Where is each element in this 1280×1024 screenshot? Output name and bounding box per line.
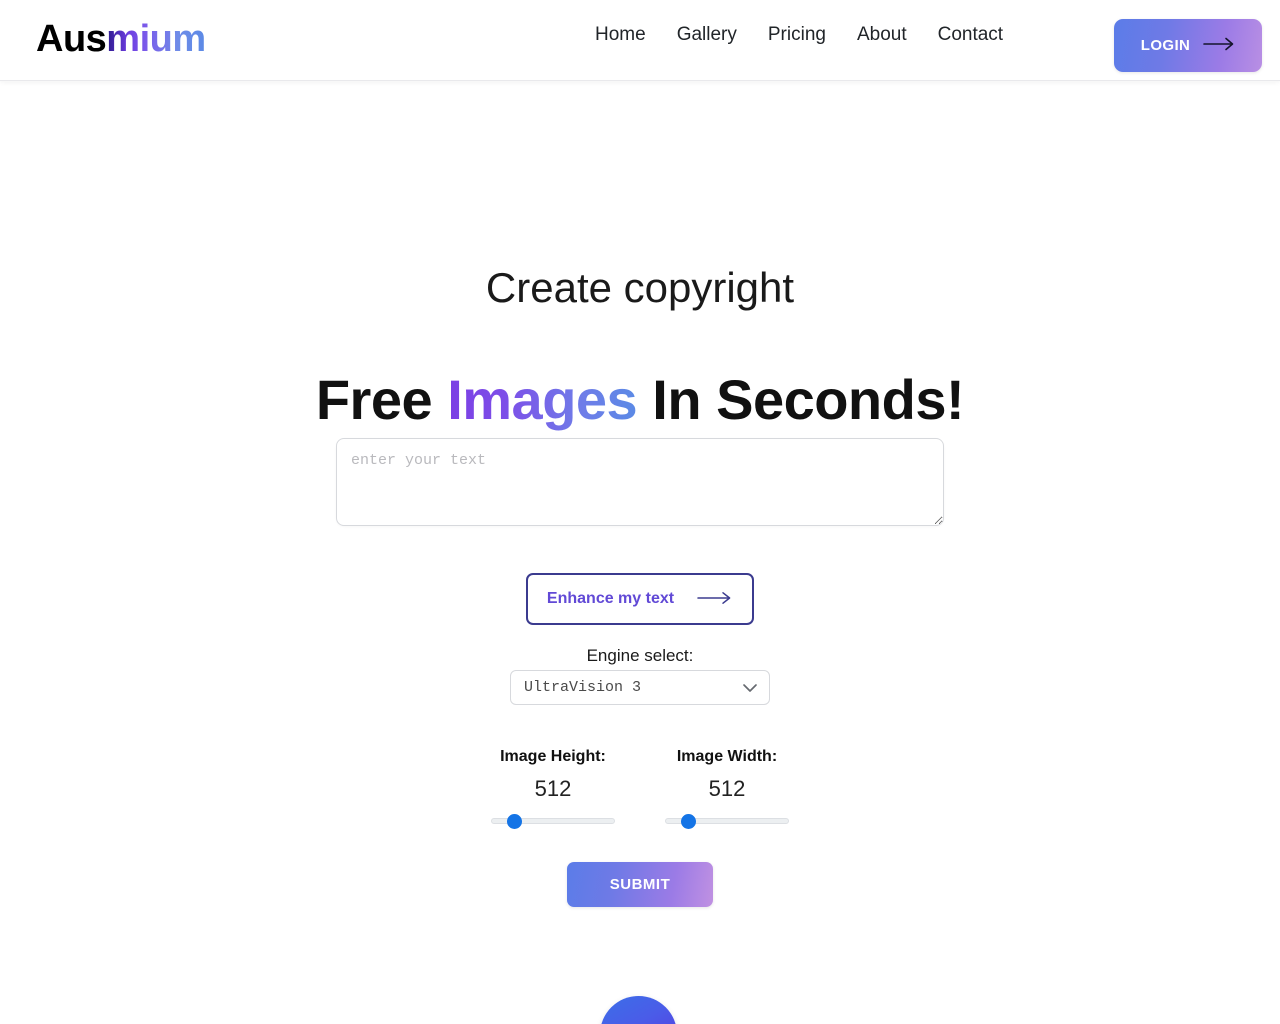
scroll-down-button[interactable] [600,996,677,1024]
site-header: Ausmium Home Gallery Pricing About Conta… [0,0,1280,81]
arrow-right-icon [697,591,733,608]
hero-headline-highlight: Images [447,367,638,431]
hero-headline: Free Images In Seconds! [0,367,1280,433]
image-height-value: 512 [534,776,572,801]
enhance-text-button[interactable]: Enhance my text [526,573,754,625]
hero-headline-part1: Free [315,367,448,431]
dimension-controls: Image Height: 512 Image Width: 512 [0,745,1280,829]
brand-logo[interactable]: Ausmium [36,16,206,62]
nav-item-pricing[interactable]: Pricing [768,22,826,48]
nav-item-about[interactable]: About [857,22,907,48]
submit-button[interactable]: SUBMIT [567,862,713,907]
login-button-label: LOGIN [1140,37,1191,54]
image-width-label: Image Width: [676,748,778,765]
image-height-control: Image Height: 512 [479,745,628,829]
image-width-slider[interactable] [665,818,789,824]
main-navigation: Home Gallery Pricing About Contact [595,22,1003,48]
prompt-input[interactable] [336,438,944,526]
brand-logo-gradient-text: mium [106,18,206,60]
image-height-slider[interactable] [491,818,615,824]
engine-select[interactable]: UltraVision 3 [510,670,770,705]
image-height-label: Image Height: [500,748,606,765]
engine-select-label: Engine select: [586,646,694,665]
image-width-value: 512 [708,776,746,801]
nav-item-contact[interactable]: Contact [938,22,1003,48]
arrow-right-icon [1203,37,1235,54]
hero-subheading: Create copyright [485,264,795,311]
hero-section: Create copyright Free Images In Seconds!… [0,81,1280,1024]
nav-item-home[interactable]: Home [595,22,646,48]
enhance-text-button-label: Enhance my text [546,590,675,607]
brand-logo-dark-text: Aus [36,18,107,60]
image-width-control: Image Width: 512 [653,745,802,829]
hero-headline-part2: In Seconds! [637,367,965,431]
login-button[interactable]: LOGIN [1114,19,1262,72]
nav-item-gallery[interactable]: Gallery [677,22,737,48]
